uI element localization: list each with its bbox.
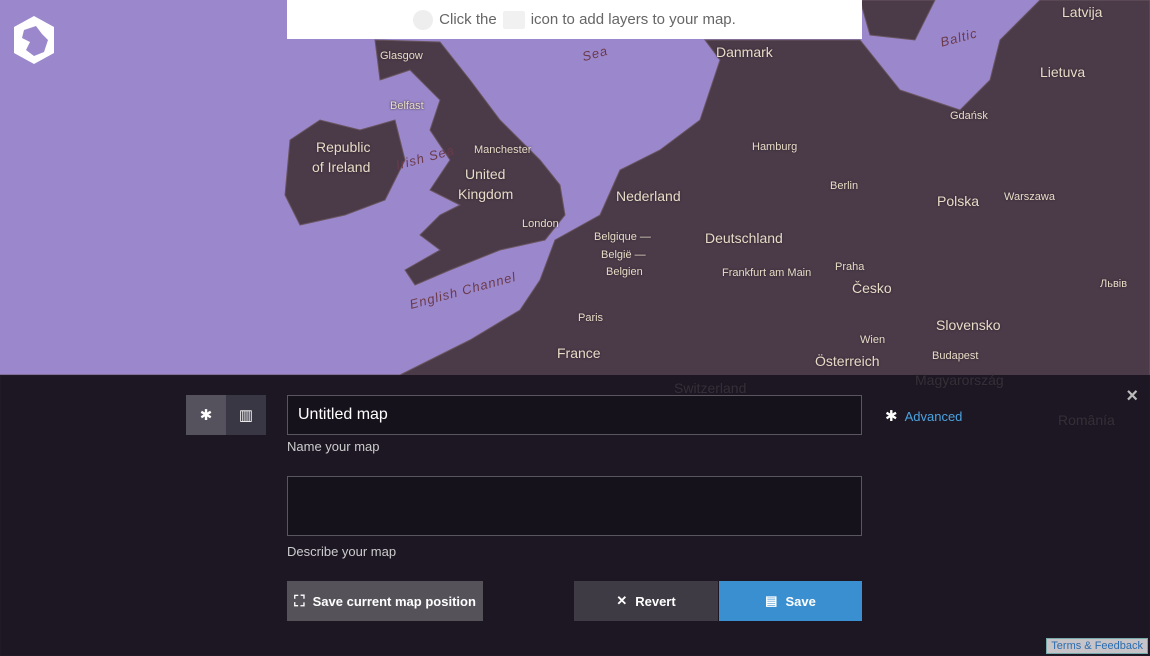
book-icon: ▥: [238, 407, 254, 424]
map-label: Belfast: [390, 100, 424, 112]
gear-icon: ✱: [885, 408, 898, 425]
hint-text: Click the: [439, 11, 497, 28]
map-label: Belgique —: [594, 231, 651, 243]
add-layers-hint: Click the icon to add layers to your map…: [287, 0, 862, 39]
revert-button[interactable]: ✕ Revert: [574, 581, 718, 621]
map-label: Львів: [1100, 278, 1128, 290]
map-label: Kingdom: [458, 186, 514, 202]
map-label: Manchester: [474, 144, 532, 156]
save-button[interactable]: ▤ Save: [719, 581, 862, 621]
document-icon: ▤: [765, 593, 778, 608]
map-label: Lietuva: [1040, 64, 1086, 80]
map-description-input[interactable]: [287, 476, 862, 536]
map-label: Nederland: [616, 188, 681, 204]
map-label: Budapest: [932, 350, 979, 362]
map-label: Danmark: [716, 44, 773, 60]
map-description-label: Describe your map: [287, 544, 397, 559]
map-label: Wien: [860, 334, 886, 346]
layers-icon: [413, 9, 434, 30]
map-label: Paris: [578, 312, 604, 324]
terms-feedback-link[interactable]: Terms & Feedback: [1046, 638, 1148, 654]
advanced-link[interactable]: ✱ Advanced: [885, 407, 962, 425]
map-label: Glasgow: [380, 50, 423, 62]
map-label: Deutschland: [705, 230, 783, 246]
map-label: Česko: [852, 280, 892, 296]
map-label: Berlin: [830, 180, 859, 192]
map-label: Praha: [835, 261, 865, 273]
map-label: Polska: [937, 193, 980, 209]
add-icon: [502, 10, 525, 29]
map-settings-panel: ✱ ▥ Name your map ✱Advanced Describe you…: [0, 375, 1150, 656]
close-panel-button[interactable]: ×: [1126, 385, 1138, 408]
gear-icon: ✱: [199, 407, 213, 424]
hint-text-end: icon to add layers to your map.: [530, 11, 736, 28]
map-label: Hamburg: [752, 141, 798, 153]
app-logo[interactable]: [10, 14, 58, 66]
map-label: Gdańsk: [950, 110, 988, 122]
map-label: United: [465, 166, 506, 182]
save-map-position-button[interactable]: ⛶ Save current map position: [287, 581, 483, 621]
tab-settings[interactable]: ✱: [186, 395, 226, 435]
map-label: London: [522, 218, 559, 230]
fullscreen-icon: ⛶: [294, 592, 305, 610]
close-icon: ✕: [616, 593, 628, 608]
map-label: of Ireland: [312, 159, 371, 175]
map-name-input[interactable]: [287, 395, 862, 435]
map-label: France: [557, 345, 601, 361]
map-label: Österreich: [815, 353, 880, 369]
map-label: Latvija: [1062, 4, 1103, 20]
map-label: België —: [601, 249, 646, 261]
map-label: Warszawa: [1004, 191, 1055, 203]
map-label: Frankfurt am Main: [722, 267, 812, 279]
map-name-label: Name your map: [287, 439, 380, 454]
map-label: Slovensko: [936, 317, 1001, 333]
map-label: Republic: [316, 139, 371, 155]
tab-story[interactable]: ▥: [226, 395, 266, 435]
map-label: Belgien: [606, 266, 643, 278]
